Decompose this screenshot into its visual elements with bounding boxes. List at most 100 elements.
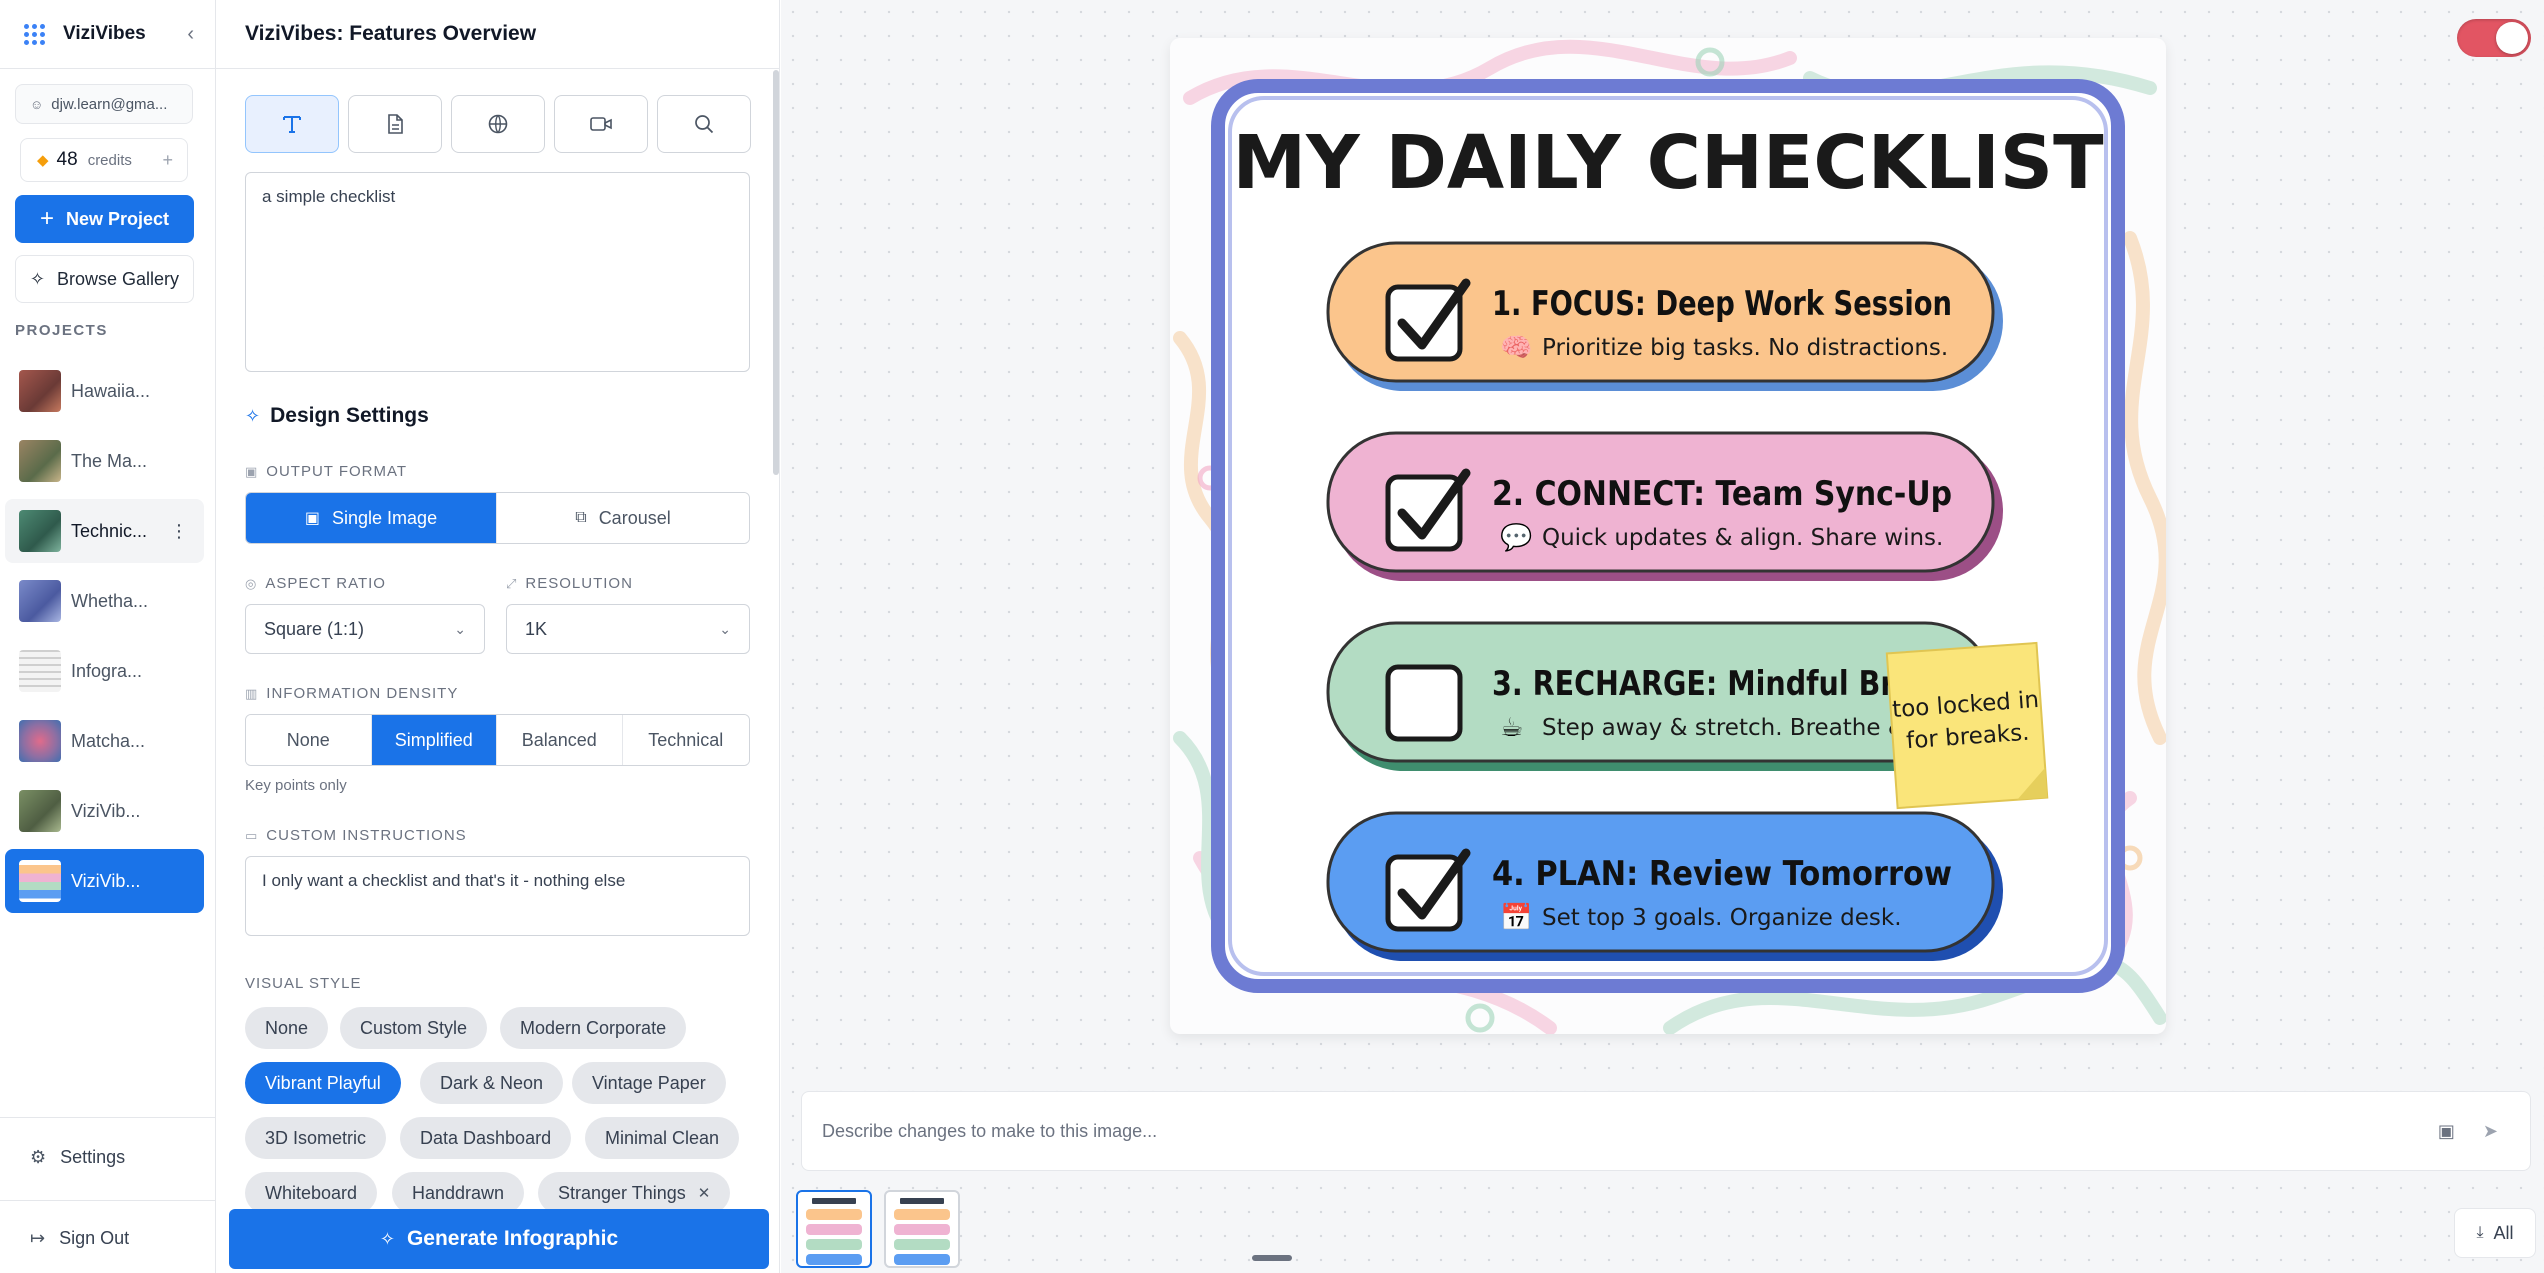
density-none-option[interactable]: None [246,715,372,765]
web-source-tab[interactable] [451,95,545,153]
project-item[interactable]: Matcha... [5,709,204,773]
user-email: djw.learn@gma... [51,95,168,113]
video-source-tab[interactable] [554,95,648,153]
brand: ViziVibes ‹ [24,20,194,48]
download-all-button[interactable]: ⤓ All [2454,1208,2536,1258]
document-source-tab[interactable] [348,95,442,153]
thumbnail-row [806,1209,862,1220]
project-thumbnail [19,790,61,832]
edit-prompt-input[interactable] [822,1120,2410,1142]
project-item[interactable]: Technic... ⋮ [5,499,204,563]
sparkle-icon: ✧ [29,268,46,289]
style-chip-label: Stranger Things [558,1182,686,1203]
panel-title: ViziVibes: Features Overview [245,22,537,45]
text-icon [283,116,301,133]
collapse-sidebar-icon[interactable]: ‹ [187,23,194,46]
generated-infographic[interactable]: MY DAILY CHECKLIST 1. FOCUS: Deep Work S… [1170,38,2166,1034]
project-thumbnail [19,510,61,552]
aspect-ratio-select[interactable]: Square (1:1) ⌄ [245,604,485,654]
thumbnail-row [806,1239,862,1250]
prompt-input[interactable]: a simple checklist [245,172,750,372]
project-item[interactable]: Infogra... [5,639,204,703]
remove-icon[interactable]: ✕ [698,1184,711,1202]
style-chip[interactable]: Data Dashboard [400,1117,572,1159]
style-chip[interactable]: Modern Corporate [500,1007,687,1049]
canvas-area: MY DAILY CHECKLIST 1. FOCUS: Deep Work S… [781,0,2544,1273]
theme-toggle[interactable] [2457,19,2531,57]
checklist-item: 2. CONNECT: Team Sync-Up 💬 Quick updates &… [1326,431,2003,581]
density-technical-option[interactable]: Technical [622,715,749,765]
credits-badge[interactable]: ◆ 48 credits + [20,138,188,182]
style-chip-custom[interactable]: Stranger Things ✕ [538,1172,731,1214]
version-thumbnail-selected[interactable] [796,1190,872,1268]
custom-instructions-label: ▭ CUSTOM INSTRUCTIONS [245,827,467,844]
project-thumbnail [19,720,61,762]
style-chip[interactable]: Vintage Paper [572,1062,726,1104]
settings-link[interactable]: ⚙ Settings [30,1147,125,1168]
density-balanced-option[interactable]: Balanced [497,715,623,765]
version-thumbnail[interactable] [884,1190,960,1268]
browse-gallery-button[interactable]: ✧ Browse Gallery [15,255,194,303]
resolution-select[interactable]: 1K ⌄ [506,604,750,654]
plus-icon: + [39,205,54,232]
project-thumbnail [19,370,61,412]
project-label: ViziVib... [71,870,141,891]
add-credits-icon[interactable]: + [162,150,173,171]
resolution-text: RESOLUTION [525,575,633,592]
infographic-title: MY DAILY CHECKLIST [1232,120,2104,206]
density-simplified-option[interactable]: Simplified [371,715,497,765]
thumbnail-drag-handle[interactable] [1252,1255,1292,1261]
chat-icon: 💬 [1500,522,1532,552]
project-item-active[interactable]: ViziVib... [5,849,204,913]
aspect-ratio-text: ASPECT RATIO [265,575,386,592]
divider [0,1200,215,1201]
style-chip[interactable]: 3D Isometric [245,1117,387,1159]
custom-instructions-text: CUSTOM INSTRUCTIONS [266,827,467,844]
style-chip-selected[interactable]: Vibrant Playful [245,1062,401,1104]
attach-image-icon[interactable]: ▣ [2438,1121,2455,1142]
visual-style-label: VISUAL STYLE [245,975,362,992]
style-chip[interactable]: Handdrawn [392,1172,525,1214]
style-chip[interactable]: Whiteboard [245,1172,378,1214]
more-options-icon[interactable]: ⋮ [170,521,188,542]
output-format-toggle: ▣ Single Image ⧉ Carousel [245,492,750,544]
new-project-button[interactable]: + New Project [15,195,194,243]
carousel-option[interactable]: ⧉ Carousel [497,493,749,543]
thumbnail-row [894,1239,950,1250]
user-account[interactable]: ☺ djw.learn@gma... [15,84,193,124]
sign-out-link[interactable]: ↦ Sign Out [30,1228,129,1249]
thumbnail-row [894,1224,950,1235]
text-source-tab[interactable] [245,95,339,153]
panel-scrollbar[interactable] [773,70,779,475]
search-source-tab[interactable] [657,95,751,153]
thumbnail-title [899,1198,945,1204]
sign-out-label: Sign Out [59,1228,130,1248]
sparkle-icon: ✧ [245,405,261,426]
item-subtext: Set top 3 goals. Organize desk. [1542,905,1902,931]
project-item[interactable]: The Ma... [5,429,204,493]
generate-infographic-button[interactable]: ✧ Generate Infographic [229,1209,769,1269]
output-format-text: OUTPUT FORMAT [266,463,408,480]
project-thumbnail [19,860,61,902]
chevron-down-icon: ⌄ [719,620,731,637]
apps-grid-icon[interactable] [24,23,45,45]
style-chip[interactable]: None [245,1007,329,1049]
project-item[interactable]: ViziVib... [5,779,204,843]
style-chip[interactable]: Dark & Neon [420,1062,564,1104]
project-label: Technic... [71,520,148,541]
carousel-label: Carousel [598,507,671,528]
thumbnail-row [894,1209,950,1220]
project-item[interactable]: Whetha... [5,569,204,633]
version-thumbnails [796,1190,960,1268]
style-chip[interactable]: Minimal Clean [585,1117,740,1159]
style-chip[interactable]: Custom Style [340,1007,488,1049]
send-icon[interactable]: ➤ [2483,1121,2498,1142]
project-item[interactable]: Hawaiia... [5,359,204,423]
project-thumbnail [19,580,61,622]
single-image-option[interactable]: ▣ Single Image [246,493,497,543]
bar-chart-icon: ▥ [245,685,259,701]
sticky-note: too locked in for breaks. [1885,641,2049,810]
project-label: Matcha... [71,730,146,751]
design-settings-label: Design Settings [270,404,429,427]
custom-instructions-input[interactable]: I only want a checklist and that's it - … [245,856,750,936]
